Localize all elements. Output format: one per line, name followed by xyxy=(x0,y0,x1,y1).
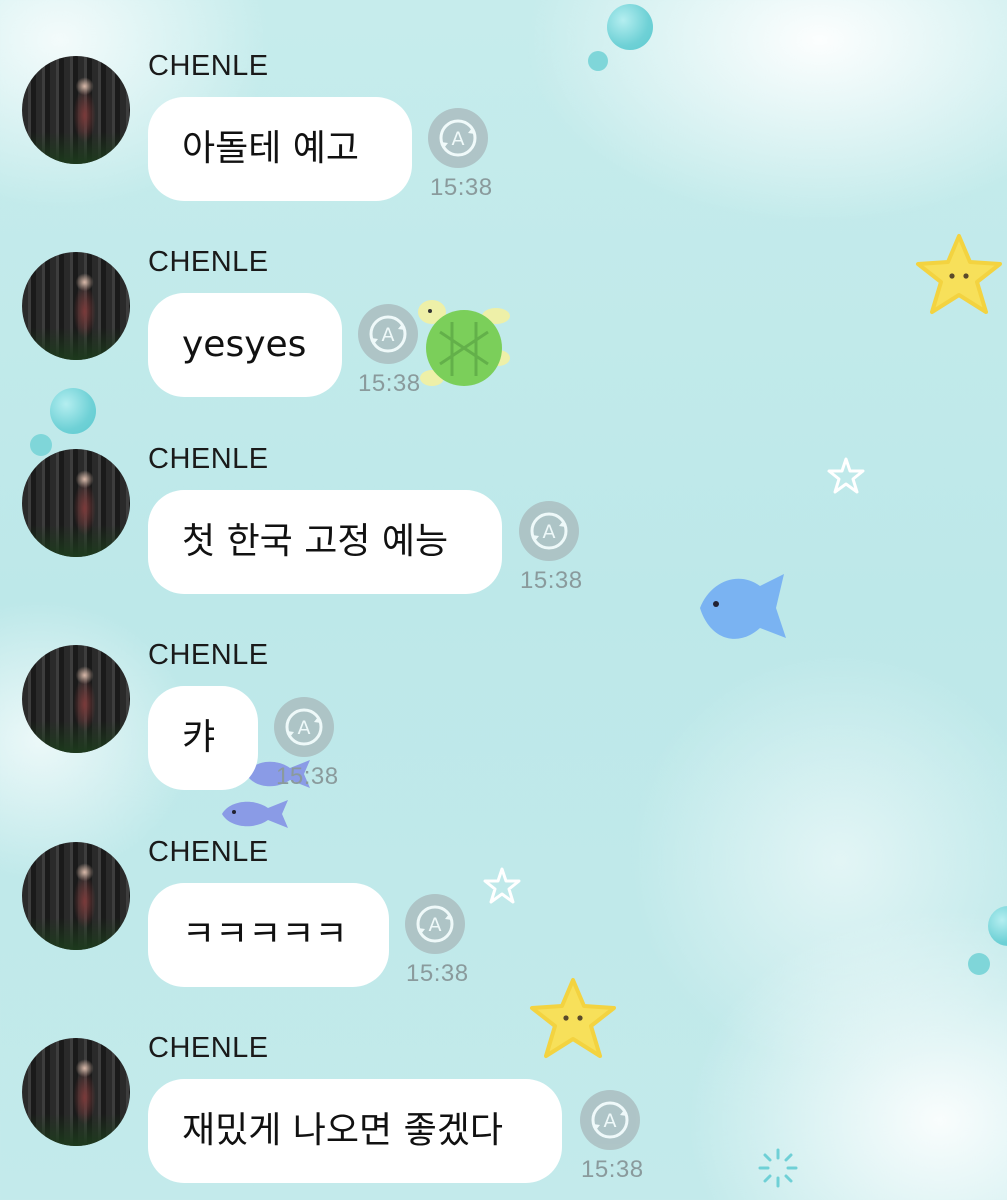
chat-message: CHENLE ㅋㅋㅋㅋㅋ A 15:38 xyxy=(0,786,1007,987)
message-bubble[interactable]: 캬 xyxy=(148,686,258,790)
svg-text:A: A xyxy=(382,324,395,346)
sender-name: CHENLE xyxy=(148,836,269,868)
translate-icon[interactable]: A xyxy=(274,697,334,757)
message-bubble[interactable]: 첫 한국 고정 예능 xyxy=(148,490,502,594)
svg-text:A: A xyxy=(298,717,311,739)
avatar[interactable] xyxy=(22,842,130,950)
avatar[interactable] xyxy=(22,56,130,164)
chat-message: CHENLE 첫 한국 고정 예능 A 15:38 xyxy=(0,393,1007,594)
sender-name: CHENLE xyxy=(148,50,269,82)
translate-icon[interactable]: A xyxy=(580,1090,640,1150)
timestamp: 15:38 xyxy=(581,1156,644,1183)
avatar[interactable] xyxy=(22,1038,130,1146)
translate-icon[interactable]: A xyxy=(428,108,488,168)
avatar[interactable] xyxy=(22,449,130,557)
avatar[interactable] xyxy=(22,645,130,753)
translate-icon[interactable]: A xyxy=(519,501,579,561)
message-bubble[interactable]: ㅋㅋㅋㅋㅋ xyxy=(148,883,389,987)
sender-name: CHENLE xyxy=(148,1032,269,1064)
translate-icon[interactable]: A xyxy=(405,894,465,954)
translate-icon[interactable]: A xyxy=(358,304,418,364)
chat-message: CHENLE yesyes A 15:38 xyxy=(0,196,1007,397)
avatar[interactable] xyxy=(22,252,130,360)
message-bubble[interactable]: yesyes xyxy=(148,293,342,397)
svg-text:A: A xyxy=(429,914,442,936)
sender-name: CHENLE xyxy=(148,443,269,475)
chat-message: CHENLE 재밌게 나오면 좋겠다 A 15:38 xyxy=(0,982,1007,1183)
message-bubble[interactable]: 재밌게 나오면 좋겠다 xyxy=(148,1079,562,1183)
message-bubble[interactable]: 아돌테 예고 xyxy=(148,97,412,201)
chat-message: CHENLE 캬 A 15:38 xyxy=(0,589,1007,790)
sender-name: CHENLE xyxy=(148,639,269,671)
svg-text:A: A xyxy=(543,521,556,543)
sender-name: CHENLE xyxy=(148,246,269,278)
chat-message: CHENLE 아돌테 예고 A 15:38 xyxy=(0,0,1007,201)
svg-text:A: A xyxy=(452,128,465,150)
svg-text:A: A xyxy=(604,1110,617,1132)
